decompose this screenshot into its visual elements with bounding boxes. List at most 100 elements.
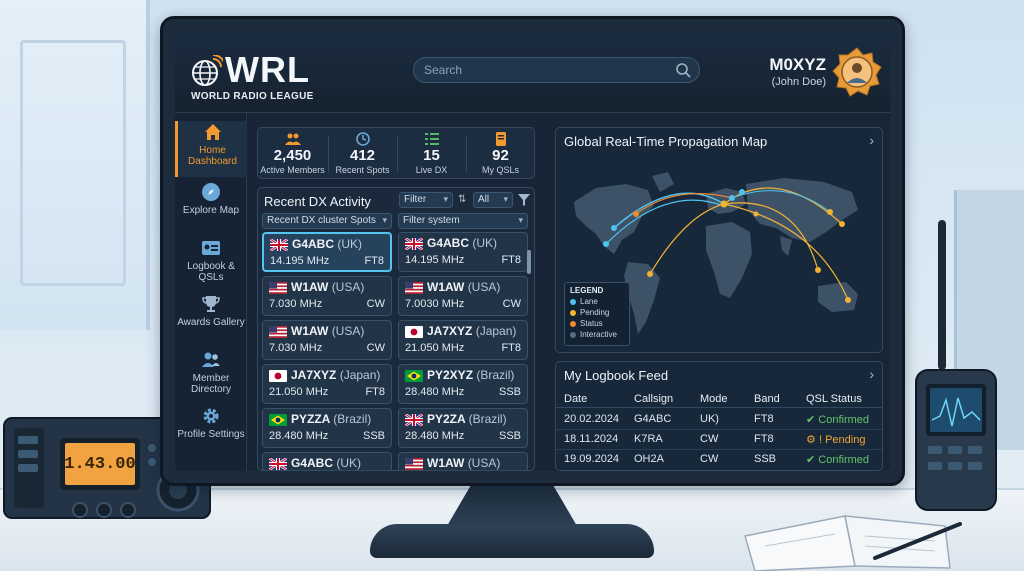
stat-active-members[interactable]: 2,450 Active Members (258, 132, 327, 175)
spot-callsign: G4ABC (292, 237, 335, 251)
sidebar-item-label: Logbook & QSLs (187, 261, 235, 283)
dx-spot-card[interactable]: W1AW (USA) 7.030 MHz CW (262, 320, 392, 360)
dx-spot-card[interactable]: G4ABC (UK) 14.195 MHz FT8 (398, 232, 528, 272)
stat-label: My QSLs (481, 165, 519, 175)
all-dropdown[interactable]: All ▾ (473, 192, 513, 208)
column-header: Band (754, 393, 780, 405)
brand-logo[interactable]: WRL WORLD RADIO LEAGUE (191, 49, 341, 105)
log-date: 19.09.2024 (564, 453, 620, 465)
funnel-icon[interactable] (518, 194, 530, 206)
monitor-stand-base (370, 524, 654, 558)
sort-icon[interactable]: ⇅ (458, 194, 466, 205)
chevron-right-icon[interactable]: › (869, 132, 874, 148)
table-row[interactable]: 18.11.2024 K7RA CW FT8 ⚙ ! Pending (556, 430, 882, 450)
spot-country: (UK) (472, 236, 498, 250)
legend-item-status: Status (570, 319, 624, 328)
filter-dropdown[interactable]: Filter ▾ (399, 192, 453, 208)
spot-callsign: PYZZA (291, 412, 330, 426)
spot-callsign: W1AW (291, 324, 329, 338)
log-date: 18.11.2024 (564, 433, 619, 445)
sidebar-item-label: Awards Gallery (177, 317, 245, 328)
log-band: FT8 (754, 413, 774, 425)
dx-spot-card[interactable]: W1AW (USA) (398, 452, 528, 470)
list-icon (424, 133, 439, 145)
user-info[interactable]: M0XYZ (John Doe) (769, 55, 826, 88)
pending-icon: ⚙ (806, 434, 816, 446)
usa-flag-icon (269, 326, 287, 338)
map-panel-title: Global Real-Time Propagation Map (564, 134, 768, 149)
sidebar-item-profile-settings[interactable]: Profile Settings (175, 405, 247, 461)
spot-mode: SSB (498, 386, 521, 398)
sidebar-item-explore-map[interactable]: Explore Map (175, 181, 247, 237)
spot-callsign: W1AW (427, 456, 465, 470)
dx-spot-card[interactable]: JA7XYZ (Japan) 21.050 MHz FT8 (398, 320, 528, 360)
logbook-panel-title: My Logbook Feed (564, 368, 669, 383)
station-node (845, 297, 851, 303)
log-callsign: OH2A (634, 453, 664, 465)
spot-callsign: G4ABC (427, 236, 470, 250)
stat-my-qsls[interactable]: 92 My QSLs (466, 132, 535, 175)
qsl-status-badge: ⚙ ! Pending (806, 434, 866, 446)
dx-spot-card[interactable]: G4ABC (UK) 14.195 MHz FT8 (262, 232, 392, 272)
spot-frequency: 21.050 MHz (405, 342, 465, 354)
top-bar: WRL WORLD RADIO LEAGUE Search M0XYZ (Joh… (175, 31, 890, 113)
app-screen: WRL WORLD RADIO LEAGUE Search M0XYZ (Joh… (175, 31, 890, 471)
uk-flag-icon (270, 239, 288, 251)
map-legend: LEGEND Lane Pending Status Interactive (564, 282, 630, 346)
spot-country: (Japan) (475, 324, 517, 338)
stat-recent-spots[interactable]: 412 Recent Spots (328, 132, 397, 175)
log-callsign: K7RA (634, 433, 663, 445)
stat-value: 2,450 (273, 147, 312, 164)
notebook-with-pen (744, 515, 962, 571)
log-callsign: G4ABC (634, 413, 672, 425)
stat-live-dx[interactable]: 15 Live DX (397, 132, 466, 175)
log-band: FT8 (754, 433, 774, 445)
log-mode: CW (700, 433, 719, 445)
log-mode: CW (700, 453, 719, 465)
home-icon (204, 124, 221, 140)
spot-frequency: 28.480 MHz (405, 386, 465, 398)
spot-callsign: G4ABC (291, 456, 334, 470)
handheld-radio (915, 220, 997, 511)
dx-spot-card[interactable]: W1AW (USA) 7.0030 MHz CW (398, 276, 528, 316)
dx-spot-card[interactable]: PYZZA (Brazil) 28.480 MHz SSB (262, 408, 392, 448)
avatar[interactable] (832, 47, 882, 97)
dx-spot-card[interactable]: JA7XYZ (Japan) 21.050 MHz FT8 (262, 364, 392, 404)
sidebar-item-label: Member Directory (190, 373, 231, 395)
spot-mode: SSB (362, 430, 385, 442)
logbook-table-header: Date Callsign Mode Band QSL Status (556, 390, 882, 408)
brand-name: WRL (225, 49, 310, 90)
uk-flag-icon (269, 458, 287, 470)
stat-label: Recent Spots (335, 165, 390, 175)
sidebar-item-member-directory[interactable]: Member Directory (175, 349, 247, 405)
column-header: QSL Status (806, 393, 862, 405)
spot-mode: FT8 (501, 254, 521, 266)
spot-frequency: 28.480 MHz (269, 430, 329, 442)
all-label: All (478, 194, 490, 205)
spot-source-select[interactable]: Recent DX cluster Spots ▾ (262, 213, 392, 229)
sidebar-item-label: Home Dashboard (188, 145, 237, 167)
sidebar-item-awards-gallery[interactable]: Awards Gallery (175, 293, 247, 349)
spot-mode: FT8 (365, 386, 385, 398)
dx-spot-card[interactable]: W1AW (USA) 7.030 MHz CW (262, 276, 392, 316)
filter-system-select[interactable]: Filter system ▾ (398, 213, 528, 229)
search-icon[interactable] (675, 62, 691, 78)
table-row[interactable]: 20.02.2024 G4ABC UK) FT8 ✔ Confirmed (556, 410, 882, 430)
spot-callsign: W1AW (427, 280, 465, 294)
chevron-down-icon: ▾ (382, 215, 387, 225)
table-row[interactable]: 19.09.2024 OH2A CW SSB ✔ Confirmed (556, 450, 882, 470)
sidebar-item-logbook-qsls[interactable]: Logbook & QSLs (175, 237, 247, 293)
chevron-right-icon[interactable]: › (869, 366, 874, 382)
check-circle-icon: ✔ (806, 414, 816, 426)
dx-spot-card[interactable]: PY2XYZ (Brazil) 28.480 MHz SSB (398, 364, 528, 404)
qsl-status-badge: ✔ Confirmed (806, 414, 870, 426)
sidebar-item-home-dashboard[interactable]: Home Dashboard (175, 121, 247, 177)
spot-callsign: JA7XYZ (291, 368, 337, 382)
dx-spot-card[interactable]: G4ABC (UK) (262, 452, 392, 470)
station-node (633, 211, 639, 217)
spot-country: (Brazil) (333, 412, 372, 426)
search-input[interactable]: Search (413, 57, 700, 83)
dx-spot-card[interactable]: PY2ZA (Brazil) 28.480 MHz SSB (398, 408, 528, 448)
dx-scrollbar[interactable] (527, 250, 531, 274)
station-node (720, 200, 728, 208)
